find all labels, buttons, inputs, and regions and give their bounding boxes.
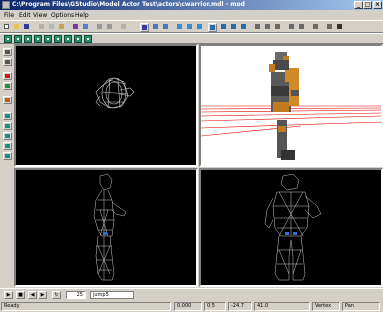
status-x: 0.000	[174, 302, 202, 311]
red-tool-icon[interactable]	[3, 72, 12, 80]
cut-icon[interactable]	[38, 23, 47, 32]
animation-bar: ▶ ■ ◀ ▶ ↻ 25 jump5	[0, 288, 383, 300]
undo-icon[interactable]	[96, 23, 105, 32]
redo-icon[interactable]	[106, 23, 115, 32]
move-icon[interactable]	[336, 23, 345, 32]
status-w: 41.0	[254, 302, 310, 311]
title-bar: C:\Program Files\GStudio\Model Actor Tes…	[0, 0, 383, 10]
smooth-icon[interactable]	[264, 23, 273, 32]
wireframe-front-view	[264, 173, 322, 281]
wire-icon[interactable]	[254, 23, 263, 32]
frame-field[interactable]: 25	[66, 291, 86, 299]
light-icon[interactable]	[288, 23, 297, 32]
sequence-dropdown[interactable]: jump5	[90, 291, 134, 299]
viewport-side[interactable]	[14, 168, 198, 287]
tool-9-icon[interactable]	[3, 142, 12, 150]
view-front-icon[interactable]	[230, 23, 239, 32]
tool-7-icon[interactable]	[3, 122, 12, 130]
normals-icon[interactable]	[312, 23, 321, 32]
tool-10-icon[interactable]	[3, 152, 12, 160]
wireframe-side-view	[93, 173, 127, 281]
loop-icon[interactable]: ↻	[52, 291, 61, 299]
menu-help[interactable]: Help	[75, 12, 89, 19]
grid-icon[interactable]	[208, 23, 217, 32]
copy-icon[interactable]	[48, 23, 57, 32]
status-y: 0.5	[204, 302, 226, 311]
green-tool-icon[interactable]	[3, 82, 12, 90]
mode-2-icon[interactable]	[14, 35, 22, 43]
close-button[interactable]: ×	[373, 1, 382, 9]
app-icon[interactable]	[2, 1, 10, 9]
next-frame-icon[interactable]: ▶	[38, 291, 47, 299]
mode-9-icon[interactable]	[84, 35, 92, 43]
play-icon[interactable]: ▶	[4, 291, 13, 299]
snap-icon[interactable]	[326, 23, 335, 32]
mode-1-icon[interactable]	[4, 35, 12, 43]
viewport-perspective[interactable]	[199, 44, 383, 167]
left-toolbar	[1, 44, 13, 284]
mode-6-icon[interactable]	[54, 35, 62, 43]
save-icon[interactable]	[23, 23, 32, 32]
vertex-tool-icon[interactable]	[3, 58, 12, 66]
mode-7-icon[interactable]	[64, 35, 72, 43]
viewport-top[interactable]	[14, 44, 198, 167]
paste-icon[interactable]	[58, 23, 67, 32]
status-z: -24.7	[228, 302, 252, 311]
pan-icon[interactable]	[176, 23, 185, 32]
mode-toolbar	[0, 33, 383, 44]
mode-3-icon[interactable]	[24, 35, 32, 43]
model-icon[interactable]	[72, 23, 81, 32]
mode-8-icon[interactable]	[74, 35, 82, 43]
mode-4-icon[interactable]	[34, 35, 42, 43]
zoom-icon[interactable]	[196, 23, 205, 32]
rotate-icon[interactable]	[186, 23, 195, 32]
maximize-button[interactable]: □	[363, 1, 372, 9]
select-tool-icon[interactable]	[3, 48, 12, 56]
tool-5-icon[interactable]	[3, 96, 12, 104]
menu-file[interactable]: File	[4, 12, 14, 19]
sequence-value: jump5	[93, 292, 109, 298]
rendered-model-view	[201, 52, 381, 160]
vertex-icon[interactable]	[140, 23, 149, 32]
sequence-icon[interactable]	[82, 23, 91, 32]
window-title: C:\Program Files\GStudio\Model Actor Tes…	[12, 1, 245, 8]
view-top-icon[interactable]	[220, 23, 229, 32]
status-mode: Vertex	[312, 302, 340, 311]
wireframe-top-view	[95, 77, 135, 109]
select-icon[interactable]	[120, 23, 129, 32]
tool-8-icon[interactable]	[3, 132, 12, 140]
face-icon[interactable]	[152, 23, 161, 32]
open-icon[interactable]	[13, 23, 22, 32]
menu-edit[interactable]: Edit	[19, 12, 31, 19]
bone-icon[interactable]	[162, 23, 171, 32]
new-icon[interactable]	[3, 23, 12, 32]
prev-frame-icon[interactable]: ◀	[28, 291, 37, 299]
warrior-model	[269, 52, 299, 160]
stop-icon[interactable]: ■	[16, 291, 25, 299]
viewport-front[interactable]	[199, 168, 383, 287]
status-ready: Ready	[1, 302, 171, 311]
texture-icon[interactable]	[274, 23, 283, 32]
menu-view[interactable]: View	[33, 12, 47, 19]
tool-6-icon[interactable]	[3, 112, 12, 120]
status-tool: Pan	[342, 302, 380, 311]
menu-options[interactable]: Options	[51, 12, 74, 19]
minimize-button[interactable]: _	[354, 1, 363, 9]
status-bar: Ready 0.000 0.5 -24.7 41.0 Vertex Pan	[0, 300, 383, 312]
mode-5-icon[interactable]	[44, 35, 52, 43]
axis-icon[interactable]	[298, 23, 307, 32]
main-toolbar	[0, 20, 383, 33]
view-side-icon[interactable]	[240, 23, 249, 32]
menu-bar: File Edit View Options Help	[0, 10, 383, 20]
